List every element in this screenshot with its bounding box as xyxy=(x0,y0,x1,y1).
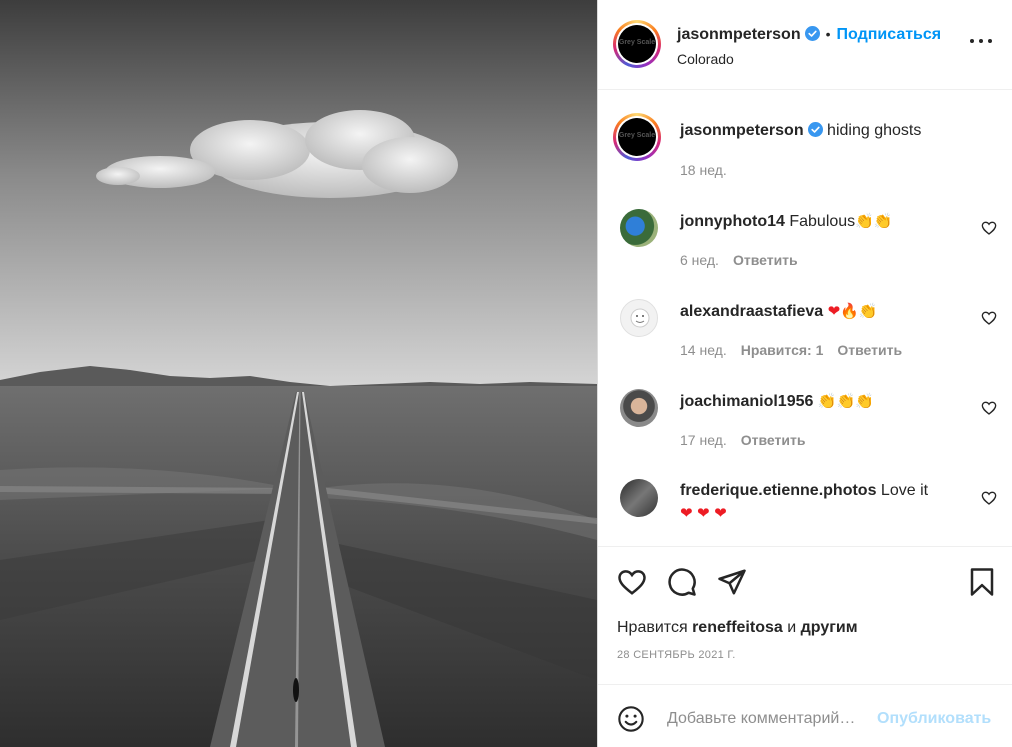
comment-bubble-icon[interactable] xyxy=(667,567,697,597)
red-heart-emoji: ❤ xyxy=(680,504,693,522)
clapping-hands-emoji: 👏 xyxy=(817,392,837,410)
follow-button[interactable]: Подписаться xyxy=(837,26,942,43)
comment-time[interactable]: 6 нед. xyxy=(680,252,719,268)
likes-middle: и xyxy=(787,619,797,636)
clapping-hands-emoji: 👏 xyxy=(855,392,874,410)
likes-prefix: Нравится xyxy=(617,619,688,636)
post-photo[interactable] xyxy=(0,0,597,747)
liker-username[interactable]: reneffeitosa xyxy=(692,619,783,636)
comment-username[interactable]: alexandraastafieva xyxy=(680,303,823,320)
red-heart-emoji: ❤ xyxy=(827,302,841,320)
location-link[interactable]: Colorado xyxy=(677,51,734,67)
post-date[interactable]: 28 СЕНТЯБРЬ 2021 Г. xyxy=(617,649,736,661)
heart-icon[interactable] xyxy=(617,567,647,597)
clapping-hands-emoji: 👏 xyxy=(836,392,856,410)
comment-like-icon[interactable] xyxy=(981,220,997,236)
comment-avatar[interactable] xyxy=(620,209,658,247)
header-username[interactable]: jasonmpeterson xyxy=(677,26,801,43)
clapping-hands-emoji: 👏 xyxy=(873,212,893,230)
comment-input[interactable] xyxy=(667,705,872,733)
red-heart-emoji: ❤ xyxy=(714,504,727,522)
comment-text: Love it xyxy=(880,482,929,499)
reply-button[interactable]: Ответить xyxy=(741,432,806,448)
caption-username[interactable]: jasonmpeterson xyxy=(680,122,804,139)
verified-badge-icon xyxy=(807,122,823,137)
more-options-icon[interactable] xyxy=(970,36,992,46)
separator-dot: • xyxy=(825,26,831,42)
publish-button[interactable]: Опубликовать xyxy=(877,710,991,728)
caption-time[interactable]: 18 нед. xyxy=(680,162,727,178)
post-header: Grey Scale jasonmpeterson • Подписаться Co… xyxy=(598,0,1012,90)
comment-avatar[interactable] xyxy=(620,479,658,517)
add-comment-bar: Опубликовать xyxy=(598,684,1012,747)
likes-others-link[interactable]: другим xyxy=(801,619,858,636)
comment-like-icon[interactable] xyxy=(981,400,997,416)
comment-avatar[interactable] xyxy=(620,389,658,427)
reply-button[interactable]: Ответить xyxy=(837,342,902,358)
comments-list[interactable]: Grey Scale jasonmpeterson hiding ghosts … xyxy=(598,91,1012,546)
comment-time[interactable]: 17 нед. xyxy=(680,432,727,448)
comment-username[interactable]: jonnyphoto14 xyxy=(680,213,785,230)
avatar[interactable]: Grey Scale xyxy=(613,20,661,68)
comment-text: Fabulous xyxy=(789,213,856,230)
verified-badge-icon xyxy=(804,26,820,41)
caption-text: hiding ghosts xyxy=(827,122,922,139)
post-panel: Grey Scale jasonmpeterson • Подписаться Co… xyxy=(597,0,1012,747)
comment-like-icon[interactable] xyxy=(981,310,997,326)
comment-like-icon[interactable] xyxy=(981,490,997,506)
bookmark-icon[interactable] xyxy=(967,567,997,597)
comment-likes-count[interactable]: Нравится: 1 xyxy=(741,342,824,358)
clapping-hands-emoji: 👏 xyxy=(855,212,874,230)
reply-button[interactable]: Ответить xyxy=(733,252,798,268)
comment-username[interactable]: frederique.etienne.photos xyxy=(680,482,876,499)
post-actions: Нравится reneffeitosa и другим 28 СЕНТЯБ… xyxy=(598,546,1012,684)
avatar-text: Grey Scale xyxy=(618,39,656,46)
clapping-hands-emoji: 👏 xyxy=(858,302,878,320)
likes-summary: Нравится reneffeitosa и другим xyxy=(617,619,858,637)
comment-username[interactable]: joachimaniol1956 xyxy=(680,393,813,410)
smiley-icon[interactable] xyxy=(617,705,645,733)
comment-avatar[interactable] xyxy=(620,299,658,337)
caption-avatar-text: Grey Scale xyxy=(618,132,656,139)
fire-emoji: 🔥 xyxy=(840,302,859,320)
paper-plane-icon[interactable] xyxy=(717,567,747,597)
red-heart-emoji: ❤ xyxy=(697,504,710,522)
caption-avatar[interactable]: Grey Scale xyxy=(613,113,661,161)
comment-time[interactable]: 14 нед. xyxy=(680,342,727,358)
